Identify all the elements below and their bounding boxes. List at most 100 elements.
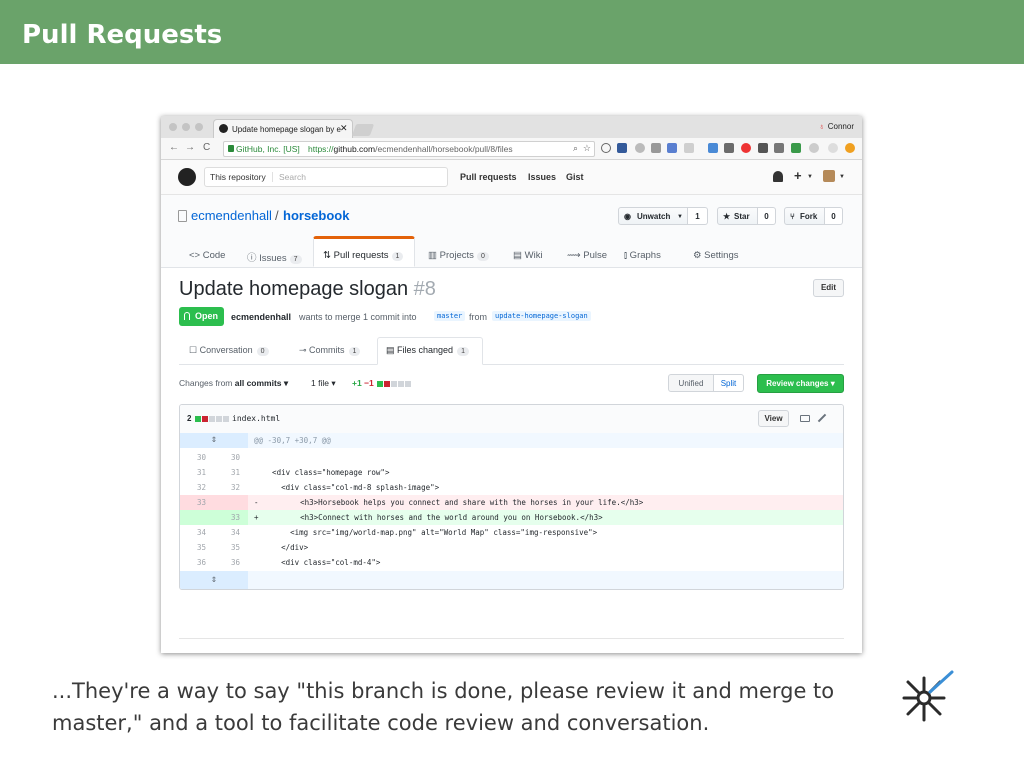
split-view-button[interactable]: Split <box>714 374 744 392</box>
tab-pull-requests[interactable]: ⇅ Pull requests 1 <box>323 250 404 261</box>
hunk-gutter: ⇕ <box>180 571 248 589</box>
extension-icon[interactable] <box>809 143 819 153</box>
fork-button[interactable]: ⑂ Fork <box>784 207 825 225</box>
monitor-icon[interactable] <box>800 415 810 422</box>
forward-button[interactable]: → <box>185 142 195 153</box>
old-line-number[interactable]: 31 <box>184 468 206 477</box>
expand-icon[interactable]: ⇕ <box>209 435 219 445</box>
extension-icon[interactable] <box>684 143 694 153</box>
new-line-number[interactable]: 36 <box>218 558 240 567</box>
edit-button[interactable]: Edit <box>813 279 844 297</box>
tab-settings[interactable]: ⚙ Settings <box>693 250 738 261</box>
extension-icon[interactable] <box>828 143 838 153</box>
old-line-number[interactable]: 36 <box>184 558 206 567</box>
extension-icon[interactable] <box>845 143 855 153</box>
new-line-number[interactable]: 35 <box>218 543 240 552</box>
avatar[interactable] <box>823 170 835 182</box>
browser-user-profile[interactable]: ♁ Connor <box>819 122 854 131</box>
extension-icon[interactable] <box>758 143 768 153</box>
diffstat-block <box>208 415 215 422</box>
nav-issues[interactable]: Issues <box>528 172 556 182</box>
tab-code[interactable]: <> Code <box>189 250 225 261</box>
search-box[interactable]: This repository Search <box>204 167 448 187</box>
old-line-number[interactable]: 33 <box>184 498 206 507</box>
plus-icon[interactable]: + <box>794 168 802 183</box>
review-changes-button[interactable]: Review changes ▾ <box>757 374 844 393</box>
url-path: /ecmendenhall/horsebook/pull/8/files <box>375 144 513 154</box>
n-extension-icon[interactable] <box>617 143 627 153</box>
browser-tab[interactable]: Update homepage slogan by e ✕ <box>213 119 353 139</box>
diff-marker: - <box>254 498 259 507</box>
new-tab-button[interactable] <box>351 124 375 136</box>
new-line-number[interactable]: 30 <box>218 453 240 462</box>
head-branch[interactable]: update-homepage-slogan <box>492 311 591 321</box>
extension-icon[interactable] <box>651 143 661 153</box>
nav-gist[interactable]: Gist <box>566 172 584 182</box>
bell-icon[interactable] <box>773 171 783 182</box>
nav-pull-requests[interactable]: Pull requests <box>460 172 517 182</box>
file-count-dropdown[interactable]: 1 file ▾ <box>311 378 336 389</box>
code-line-deleted: <h3>Horsebook helps you connect and shar… <box>264 498 644 507</box>
status-badge: Open <box>179 307 224 326</box>
zoom-icon[interactable]: ⌕ <box>573 143 578 154</box>
old-line-number[interactable]: 32 <box>184 483 206 492</box>
pr-author-link[interactable]: ecmendenhall <box>231 312 291 322</box>
tab-projects[interactable]: ▥ Projects 0 <box>428 250 489 261</box>
tab-files-changed[interactable]: ▤ Files changed 1 <box>386 345 469 356</box>
window-zoom-dot[interactable] <box>195 123 203 131</box>
repo-owner-link[interactable]: ecmendenhall <box>191 208 272 223</box>
unwatch-button[interactable]: ◉ Unwatch ▼ <box>618 207 688 225</box>
tab-graphs[interactable]: ⫾ Graphs <box>624 250 661 261</box>
github-octocat-icon[interactable] <box>178 168 196 186</box>
new-line-number[interactable]: 31 <box>218 468 240 477</box>
line-gutter: 35 35 <box>180 540 248 555</box>
unified-view-button[interactable]: Unified <box>668 374 714 392</box>
pencil-icon[interactable] <box>817 413 827 423</box>
bookmark-star-icon[interactable]: ☆ <box>583 143 591 154</box>
tab-commits[interactable]: ⊸ Commits 1 <box>299 345 361 356</box>
tab-wiki[interactable]: ▤ Wiki <box>513 250 543 261</box>
extension-icon[interactable] <box>791 143 801 153</box>
extension-icon[interactable] <box>741 143 751 153</box>
reload-button[interactable]: C <box>203 142 210 153</box>
page-divider <box>179 638 844 639</box>
tab-conversation[interactable]: ☐ Conversation 0 <box>189 345 269 356</box>
address-bar[interactable]: GitHub, Inc. [US] https://github.com/ecm… <box>223 141 595 157</box>
search-scope-label: This repository <box>210 172 273 182</box>
star-button[interactable]: ★ Star <box>717 207 758 225</box>
tab-issues[interactable]: ⓘ Issues 7 <box>247 250 302 264</box>
extension-icon[interactable] <box>667 143 677 153</box>
back-button[interactable]: ← <box>169 142 179 153</box>
window-minimize-dot[interactable] <box>182 123 190 131</box>
repo-name-link[interactable]: horsebook <box>283 208 349 223</box>
extension-icon[interactable] <box>724 143 734 153</box>
file-name[interactable]: index.html <box>232 414 280 423</box>
extension-icon[interactable] <box>774 143 784 153</box>
diffstat-block <box>398 380 405 387</box>
star-count[interactable]: 0 <box>758 207 776 225</box>
base-branch[interactable]: master <box>434 311 466 321</box>
view-file-button[interactable]: View <box>758 410 789 427</box>
window-close-dot[interactable] <box>169 123 177 131</box>
extension-icon[interactable] <box>708 143 718 153</box>
chevron-down-icon[interactable]: ▼ <box>807 174 813 180</box>
diffstat: +1 −1 <box>352 378 412 388</box>
old-line-number[interactable]: 35 <box>184 543 206 552</box>
new-line-number[interactable]: 34 <box>218 528 240 537</box>
tab-close-icon[interactable]: ✕ <box>340 123 348 134</box>
expand-icon[interactable]: ⇕ <box>209 575 219 585</box>
tab-pulse[interactable]: ⟿ Pulse <box>567 250 607 261</box>
changes-from-dropdown[interactable]: Changes from all commits ▾ <box>179 378 288 389</box>
old-line-number[interactable]: 30 <box>184 453 206 462</box>
old-line-number[interactable]: 34 <box>184 528 206 537</box>
watch-count[interactable]: 1 <box>688 207 708 225</box>
chevron-down-icon[interactable]: ▼ <box>839 174 845 180</box>
info-extension-icon[interactable] <box>601 143 611 153</box>
search-input[interactable]: Search <box>279 172 306 182</box>
new-line-number[interactable]: 32 <box>218 483 240 492</box>
new-line-number[interactable]: 33 <box>218 513 240 522</box>
extension-icon[interactable] <box>635 143 645 153</box>
fork-count[interactable]: 0 <box>825 207 843 225</box>
tab-pull-requests-count: 1 <box>391 252 404 261</box>
repository-header: ecmendenhall / horsebook ◉ Unwatch ▼ 1 ★… <box>161 195 862 268</box>
